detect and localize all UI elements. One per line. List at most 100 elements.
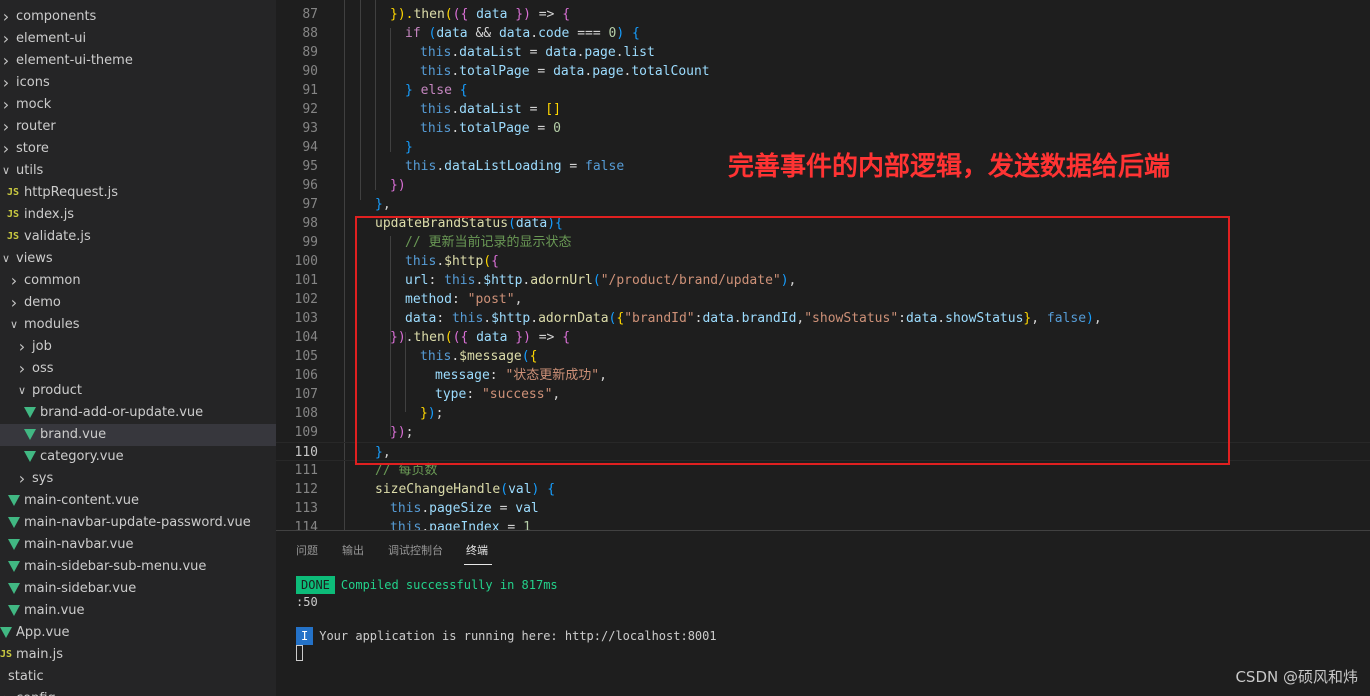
tree-folder[interactable]: › element-ui [0,28,276,50]
tree-folder[interactable]: ∨ product [0,380,276,402]
vue-file-icon [8,539,20,550]
highlight-box [355,216,1230,465]
code-text: this.pageSize = val [390,501,539,516]
terminal-cursor[interactable] [296,645,303,661]
tree-folder[interactable]: › components [0,6,276,28]
tree-folder[interactable]: ∨ utils [0,160,276,182]
tree-file[interactable]: main.vue [0,600,276,622]
tree-folder[interactable]: › oss [0,358,276,380]
active-tab-indicator [464,564,492,565]
code-line[interactable]: 91 } else { [276,81,1370,100]
code-line[interactable]: 113 this.pageSize = val [276,499,1370,518]
code-text: }) [390,178,406,193]
code-line[interactable]: 93 this.totalPage = 0 [276,119,1370,138]
tree-folder[interactable]: › element-ui-theme [0,50,276,72]
tree-folder[interactable]: ∨ views [0,248,276,270]
code-line[interactable]: 92 this.dataList = [] [276,100,1370,119]
tree-item-label: job [32,339,52,354]
tree-folder[interactable]: › config [0,688,276,696]
tree-item-label: element-ui [16,31,87,46]
info-badge: I [296,627,314,645]
vue-file-icon [0,627,12,638]
chevron-right-icon: › [0,688,12,696]
line-number: 96 [302,178,318,193]
line-number: 107 [294,387,318,402]
vue-file-icon [8,517,20,528]
code-line[interactable]: 114 this.pageIndex = 1 [276,518,1370,530]
tree-item-label: product [32,383,83,398]
tree-file[interactable]: JS validate.js [0,226,276,248]
bottom-panel: 问题 输出 调试控制台 终端 DONE Compiled successfully… [276,530,1370,696]
tree-folder[interactable]: › common [0,270,276,292]
tree-file[interactable]: JS index.js [0,204,276,226]
terminal-time-line: :50 [296,595,318,609]
tree-file[interactable]: category.vue [0,446,276,468]
tree-folder[interactable]: › store [0,138,276,160]
line-number: 109 [294,425,318,440]
line-number: 103 [294,311,318,326]
compiled-text: Compiled successfully in 817ms [340,578,558,592]
tree-folder[interactable]: › sys [0,468,276,490]
code-text: this.pageIndex = 1 [390,520,531,530]
tree-file[interactable]: App.vue [0,622,276,644]
tree-folder[interactable]: ∨ modules [0,314,276,336]
chevron-down-icon: ∨ [1,252,11,265]
tab-debug-console[interactable]: 调试控制台 [388,542,443,558]
code-text: if (data && data.code === 0) { [405,26,640,41]
tree-file[interactable]: main-sidebar.vue [0,578,276,600]
tree-file[interactable]: main-content.vue [0,490,276,512]
tree-item-label: router [16,119,56,134]
line-number: 93 [302,121,318,136]
vue-file-icon [24,429,36,440]
tree-file[interactable]: JS main.js [0,644,276,666]
tree-file[interactable]: JS httpRequest.js [0,182,276,204]
code-text: } else { [405,83,468,98]
tree-folder[interactable]: › job [0,336,276,358]
annotation-text: 完善事件的内部逻辑，发送数据给后端 [728,152,1171,182]
line-number: 113 [294,501,318,516]
code-line[interactable]: 87}).then(({ data }) => { [276,5,1370,24]
line-number: 111 [294,463,318,478]
line-number: 110 [294,445,318,460]
tree-item-label: icons [16,75,50,90]
code-line[interactable]: 89 this.dataList = data.page.list [276,43,1370,62]
line-number: 97 [302,197,318,212]
tree-item-label: store [16,141,49,156]
tree-item-label: config [16,688,56,696]
tree-file[interactable]: main-sidebar-sub-menu.vue [0,556,276,578]
tree-item-label: main-sidebar.vue [24,581,137,596]
tree-item-label: brand-add-or-update.vue [40,405,204,420]
code-text: this.dataList = [] [420,102,561,117]
tree-file[interactable]: brand-add-or-update.vue [0,402,276,424]
tree-folder[interactable]: › mock [0,94,276,116]
tab-terminal[interactable]: 终端 [466,542,488,558]
code-line[interactable]: 88 if (data && data.code === 0) { [276,24,1370,43]
tree-item-label: main.vue [24,603,85,618]
line-number: 89 [302,45,318,60]
code-line[interactable]: 97}, [276,195,1370,214]
tree-file[interactable]: brand.vue [0,424,276,446]
code-text: }, [375,197,391,212]
tree-item-label: main-navbar.vue [24,537,134,552]
tree-folder[interactable]: static [0,666,276,688]
line-number: 104 [294,330,318,345]
chevron-right-icon: › [10,293,18,312]
tree-folder[interactable]: › router [0,116,276,138]
chevron-right-icon: › [10,271,18,290]
tree-item-label: element-ui-theme [16,53,133,68]
code-line[interactable]: 112 sizeChangeHandle(val) { [276,480,1370,499]
tree-folder[interactable]: › icons [0,72,276,94]
line-number: 114 [294,520,318,530]
line-number: 91 [302,83,318,98]
tree-folder[interactable]: › demo [0,292,276,314]
tab-problems[interactable]: 问题 [296,542,318,558]
tree-file[interactable]: main-navbar.vue [0,534,276,556]
tree-file[interactable]: main-navbar-update-password.vue [0,512,276,534]
tab-output[interactable]: 输出 [342,542,364,558]
code-text: }).then(({ data }) => { [390,7,571,22]
panel-tabs: 问题 输出 调试控制台 终端 [276,531,1370,567]
js-file-icon: JS [0,649,13,660]
line-number: 105 [294,349,318,364]
vue-file-icon [8,583,20,594]
code-line[interactable]: 90 this.totalPage = data.page.totalCount [276,62,1370,81]
